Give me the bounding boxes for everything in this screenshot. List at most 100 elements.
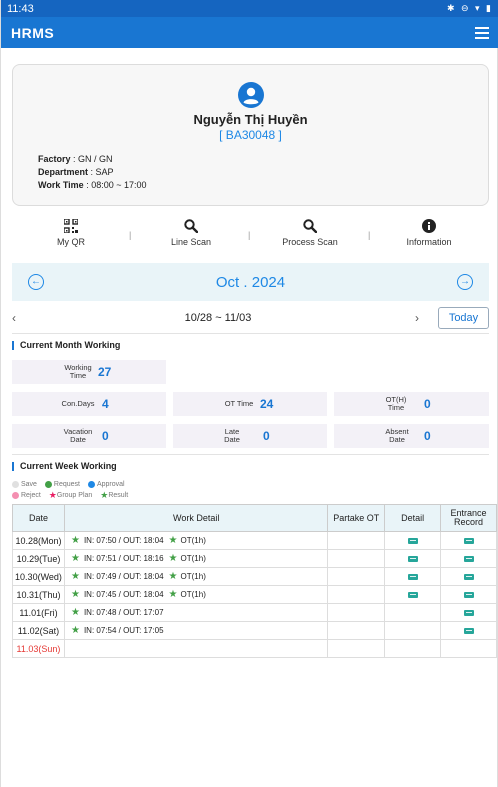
group-plan-star-icon: ★: [48, 490, 57, 500]
ot-hours: OT(1h): [180, 554, 206, 563]
entrance-record-icon[interactable]: [463, 591, 474, 598]
row-partake-ot: [327, 639, 386, 658]
row-date: 11.03(Sun): [12, 639, 65, 658]
row-date: 10.30(Wed): [12, 567, 65, 586]
employee-name: Nguyễn Thị Huyền: [193, 112, 308, 127]
app-title: HRMS: [11, 24, 55, 41]
row-partake-ot: [327, 531, 386, 550]
ot-h-time-label: OT(H) Time: [385, 395, 407, 412]
search-icon: [303, 219, 317, 233]
result-star-icon: ★: [168, 535, 178, 546]
row-date: 10.29(Tue): [12, 549, 65, 568]
row-date: 10.31(Thu): [12, 585, 65, 604]
arrow-left-icon: ←: [31, 276, 41, 287]
information-button[interactable]: Information: [399, 218, 459, 247]
result-star-icon: ★: [70, 589, 80, 600]
row-work-detail: ★ IN: 07:49 / OUT: 18:04 ★ OT(1h): [63, 567, 329, 586]
my-qr-label: My QR: [57, 237, 85, 247]
col-detail: Detail: [384, 504, 442, 532]
factory-label: Factory: [38, 154, 71, 164]
prev-month-button[interactable]: ←: [28, 274, 44, 290]
line-scan-button[interactable]: Line Scan: [161, 218, 221, 247]
row-entrance-record: [440, 531, 497, 550]
detail-card-icon[interactable]: [407, 537, 418, 544]
today-button[interactable]: Today: [438, 307, 489, 329]
result-star-icon: ★: [70, 571, 80, 582]
my-qr-button[interactable]: My QR: [46, 218, 96, 247]
next-week-chevron-icon[interactable]: ›: [415, 311, 419, 325]
search-icon: [184, 219, 198, 233]
entrance-record-icon[interactable]: [463, 573, 474, 580]
row-work-detail: ★ IN: 07:51 / OUT: 18:16 ★ OT(1h): [63, 549, 329, 568]
in-out-time: IN: 07:51 / OUT: 18:16: [83, 554, 164, 563]
ot-time-label: OT Time: [224, 399, 254, 408]
table-row[interactable]: 11.02(Sat) ★ IN: 07:54 / OUT: 17:05: [12, 621, 497, 640]
detail-card-icon[interactable]: [407, 591, 418, 598]
ot-time-value: 24: [260, 397, 274, 411]
table-row[interactable]: 10.29(Tue) ★ IN: 07:51 / OUT: 18:16 ★ OT(1h): [12, 549, 497, 568]
detail-card-icon[interactable]: [407, 555, 418, 562]
legend-request: Request: [44, 480, 80, 488]
table-row[interactable]: 11.03(Sun): [12, 639, 497, 658]
col-work-detail: Work Detail: [63, 504, 329, 532]
entrance-record-icon[interactable]: [463, 555, 474, 562]
separator: |: [129, 230, 132, 240]
working-time-label: Working Time: [64, 363, 92, 380]
result-star-icon: ★: [168, 589, 178, 600]
vacation-date-label: Vacation Date: [63, 427, 93, 444]
next-month-button[interactable]: →: [457, 274, 473, 290]
table-row[interactable]: 10.30(Wed) ★ IN: 07:49 / OUT: 18:04 ★ OT(1h): [12, 567, 497, 586]
result-star-icon: ★: [70, 625, 80, 636]
in-out-time: IN: 07:49 / OUT: 18:04: [83, 572, 164, 581]
department-label: Department: [38, 167, 89, 177]
ot-h-time-value: 0: [424, 397, 431, 411]
detail-card-icon[interactable]: [407, 573, 418, 580]
in-out-time: IN: 07:50 / OUT: 18:04: [83, 536, 164, 545]
status-icons: ✱ ⊖ ▾ ▮: [446, 3, 493, 13]
table-row[interactable]: 10.31(Thu) ★ IN: 07:45 / OUT: 18:04 ★ OT(1h): [12, 585, 497, 604]
employee-info: Factory : GN / GN Department : SAP Work …: [38, 153, 147, 192]
row-date: 10.28(Mon): [12, 531, 65, 550]
request-dot-icon: [44, 480, 52, 488]
separator: |: [368, 230, 371, 240]
line-scan-label: Line Scan: [170, 237, 212, 247]
result-star-icon: ★: [70, 553, 80, 564]
row-partake-ot: [327, 585, 386, 604]
approval-dot-icon: [87, 480, 95, 488]
worktime-value: : 08:00 ~ 17:00: [83, 180, 147, 190]
result-star-icon: ★: [70, 535, 80, 546]
ot-h-time-stat: OT(H) Time 0: [334, 392, 489, 416]
row-partake-ot: [327, 603, 386, 622]
row-detail: [384, 567, 442, 586]
row-detail: [384, 621, 442, 640]
row-partake-ot: [327, 621, 386, 640]
late-date-stat: Late Date 0: [173, 424, 327, 448]
process-scan-button[interactable]: Process Scan: [275, 218, 345, 247]
row-entrance-record: [440, 603, 497, 622]
absent-date-value: 0: [424, 429, 431, 443]
profile-card: Nguyễn Thị Huyền [ BA30048 ] Factory : G…: [12, 64, 489, 206]
row-partake-ot: [327, 549, 386, 568]
row-entrance-record: [440, 567, 497, 586]
factory-value: : GN / GN: [70, 154, 113, 164]
late-date-value: 0: [263, 429, 270, 443]
table-header: Date Work Detail Partake OT Detail Entra…: [12, 504, 497, 532]
save-dot-icon: [12, 480, 19, 488]
row-detail: [384, 531, 442, 550]
month-selector: ← Oct . 2024 →: [12, 263, 489, 301]
menu-icon[interactable]: [475, 26, 489, 39]
table-row[interactable]: 10.28(Mon) ★ IN: 07:50 / OUT: 18:04 ★ OT(1h): [12, 531, 497, 550]
legend-approval: Approval: [87, 480, 125, 488]
employee-code: [ BA30048 ]: [219, 128, 282, 142]
reject-dot-icon: [12, 491, 19, 499]
entrance-record-icon[interactable]: [463, 609, 474, 616]
department-value: : SAP: [88, 167, 114, 177]
entrance-record-icon[interactable]: [463, 537, 474, 544]
in-out-time: IN: 07:48 / OUT: 17:07: [83, 608, 164, 617]
con-days-label: Con.Days: [61, 399, 95, 408]
table-row[interactable]: 11.01(Fri) ★ IN: 07:48 / OUT: 17:07: [12, 603, 497, 622]
row-entrance-record: [440, 585, 497, 604]
in-out-time: IN: 07:45 / OUT: 18:04: [83, 590, 164, 599]
row-date: 11.02(Sat): [12, 621, 65, 640]
entrance-record-icon[interactable]: [463, 627, 474, 634]
